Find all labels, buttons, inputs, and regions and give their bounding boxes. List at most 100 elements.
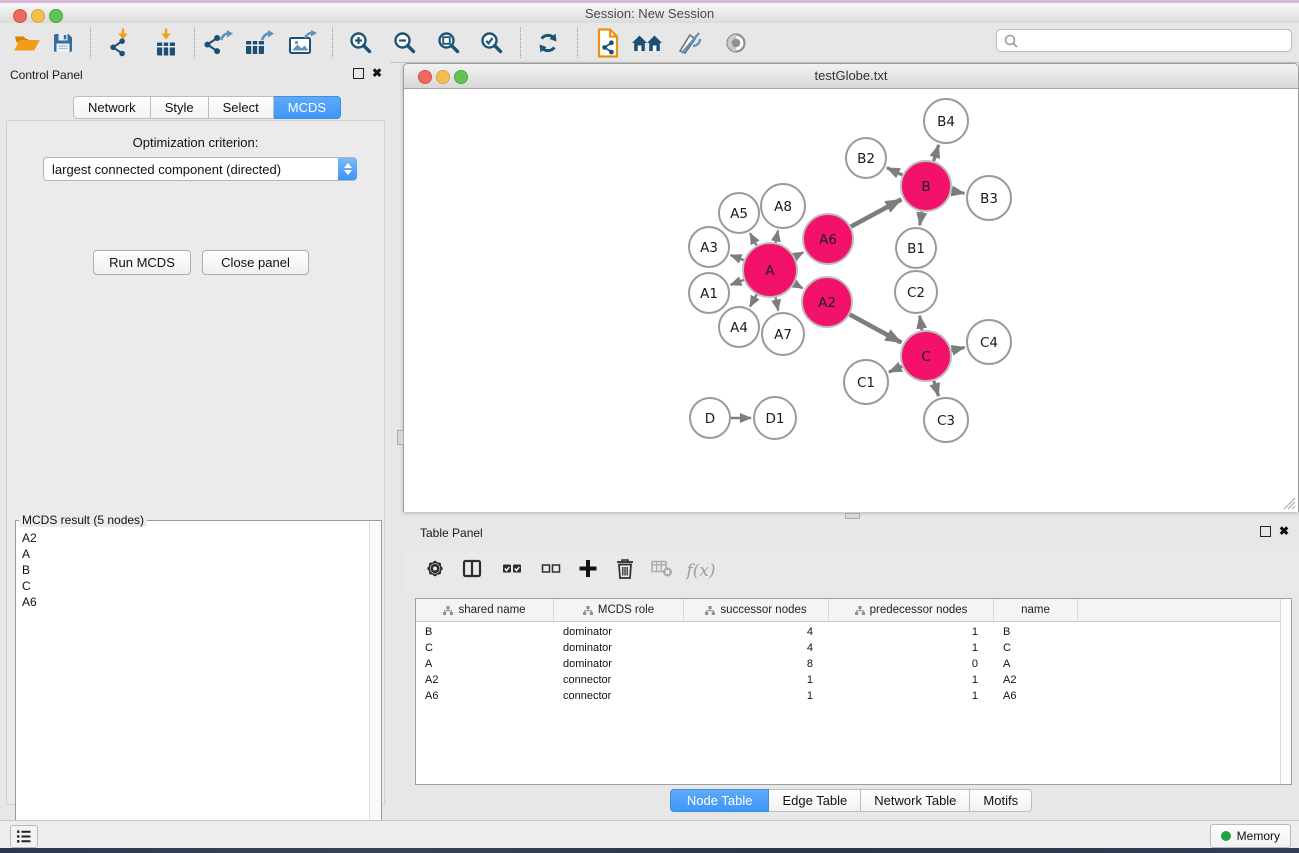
- delete-table-button[interactable]: [651, 560, 673, 583]
- mcds-result-item[interactable]: B: [22, 562, 370, 578]
- graph-node-A[interactable]: A: [743, 243, 797, 297]
- graph-node-A1[interactable]: A1: [689, 273, 729, 313]
- graph-edge-C-C1[interactable]: [889, 366, 902, 372]
- delete-column-button[interactable]: [616, 558, 634, 585]
- export-network-button[interactable]: [203, 30, 233, 56]
- mcds-result-item[interactable]: A2: [22, 530, 370, 546]
- mcds-list-scrollbar[interactable]: [369, 522, 380, 853]
- close-panel-icon[interactable]: ✖: [1279, 525, 1289, 537]
- table-settings-button[interactable]: [425, 559, 445, 584]
- split-pane-divider-handle[interactable]: [845, 513, 860, 519]
- graph-node-B[interactable]: B: [901, 161, 951, 211]
- select-all-button[interactable]: [503, 561, 522, 582]
- network-window-titlebar[interactable]: testGlobe.txt: [404, 64, 1298, 89]
- cybrowser-home-button[interactable]: [631, 32, 663, 54]
- table-cell[interactable]: 1: [829, 626, 994, 638]
- table-cell[interactable]: 8: [684, 658, 829, 670]
- zoom-fit-button[interactable]: [436, 30, 462, 56]
- tab-edge-table[interactable]: Edge Table: [769, 789, 861, 812]
- table-cell[interactable]: 1: [684, 674, 829, 686]
- table-cell[interactable]: 0: [829, 658, 994, 670]
- graph-node-C2[interactable]: C2: [895, 271, 937, 313]
- hide-annotations-button[interactable]: [676, 31, 704, 55]
- table-cell[interactable]: 4: [684, 642, 829, 654]
- graph-edge-A-A7[interactable]: [776, 297, 779, 310]
- graph-node-A5[interactable]: A5: [719, 193, 759, 233]
- table-cell[interactable]: C: [994, 642, 1078, 654]
- table-cell[interactable]: 1: [829, 674, 994, 686]
- table-cell[interactable]: connector: [554, 690, 684, 702]
- graph-edge-A-A2[interactable]: [794, 284, 802, 289]
- tab-style[interactable]: Style: [151, 96, 209, 119]
- graph-edge-A6-B[interactable]: [851, 199, 902, 226]
- table-row[interactable]: A2connector11A2: [416, 672, 1291, 688]
- graph-node-C[interactable]: C: [901, 331, 951, 381]
- column-header-shared-name[interactable]: shared name: [416, 599, 554, 621]
- table-row[interactable]: Bdominator41B: [416, 624, 1291, 640]
- tab-select[interactable]: Select: [209, 96, 274, 119]
- network-canvas[interactable]: AA1A2A3A4A5A6A7A8BB1B2B3B4CC1C2C3C4DD1: [404, 89, 1298, 512]
- table-row[interactable]: Adominator80A: [416, 656, 1291, 672]
- export-table-button[interactable]: [245, 30, 275, 56]
- tab-mcds[interactable]: MCDS: [274, 96, 341, 119]
- graph-node-A3[interactable]: A3: [689, 227, 729, 267]
- graph-node-A7[interactable]: A7: [762, 313, 804, 355]
- memory-status-button[interactable]: Memory: [1210, 824, 1291, 848]
- tab-network-table[interactable]: Network Table: [861, 789, 970, 812]
- graph-node-A2[interactable]: A2: [802, 277, 852, 327]
- table-cell[interactable]: A: [416, 658, 554, 670]
- table-cell[interactable]: dominator: [554, 626, 684, 638]
- search-input[interactable]: [1024, 34, 1291, 48]
- graph-edge-A-A4[interactable]: [750, 295, 757, 307]
- task-history-button[interactable]: [10, 825, 38, 848]
- graph-edge-A-A3[interactable]: [731, 255, 744, 260]
- graph-edge-A-A5[interactable]: [750, 233, 757, 245]
- zoom-in-button[interactable]: [348, 30, 374, 56]
- zoom-selected-button[interactable]: [479, 30, 505, 56]
- graph-edge-A-A6[interactable]: [795, 252, 804, 257]
- graph-node-B4[interactable]: B4: [924, 99, 968, 143]
- column-header-mcds-role[interactable]: MCDS role: [554, 599, 684, 621]
- show-column-button[interactable]: [463, 560, 482, 583]
- graph-edge-B-B2[interactable]: [887, 168, 903, 175]
- function-builder-button[interactable]: f(x): [686, 561, 715, 581]
- mcds-result-item[interactable]: A6: [22, 594, 370, 610]
- refresh-button[interactable]: [536, 31, 560, 55]
- table-cell[interactable]: 1: [829, 642, 994, 654]
- show-hide-graphics-button[interactable]: [724, 31, 748, 55]
- table-cell[interactable]: B: [416, 626, 554, 638]
- table-cell[interactable]: 4: [684, 626, 829, 638]
- graph-node-A6[interactable]: A6: [803, 214, 853, 264]
- graph-edge-A-A8[interactable]: [776, 231, 778, 243]
- table-cell[interactable]: A2: [416, 674, 554, 686]
- tab-network[interactable]: Network: [73, 96, 151, 119]
- float-panel-icon[interactable]: [353, 68, 364, 79]
- table-row[interactable]: A6connector11A6: [416, 688, 1291, 704]
- graph-node-B3[interactable]: B3: [967, 176, 1011, 220]
- table-cell[interactable]: connector: [554, 674, 684, 686]
- table-cell[interactable]: 1: [829, 690, 994, 702]
- column-header-name[interactable]: name: [994, 599, 1078, 621]
- table-row[interactable]: Cdominator41C: [416, 640, 1291, 656]
- graph-edge-B-B3[interactable]: [952, 191, 965, 193]
- column-header-successor-nodes[interactable]: successor nodes: [684, 599, 829, 621]
- close-panel-icon[interactable]: ✖: [372, 67, 382, 79]
- graph-node-C3[interactable]: C3: [924, 398, 968, 442]
- table-cell[interactable]: A2: [994, 674, 1078, 686]
- table-cell[interactable]: C: [416, 642, 554, 654]
- graph-edge-A2-C[interactable]: [850, 315, 902, 343]
- zoom-out-button[interactable]: [392, 30, 418, 56]
- graph-node-D1[interactable]: D1: [754, 397, 796, 439]
- table-cell[interactable]: A: [994, 658, 1078, 670]
- save-session-button[interactable]: [51, 31, 75, 55]
- deselect-all-button[interactable]: [542, 561, 561, 582]
- graph-edge-C-C4[interactable]: [951, 347, 964, 350]
- graph-edge-C-C3[interactable]: [934, 381, 939, 396]
- new-network-from-selection-button[interactable]: [596, 28, 620, 58]
- tab-node-table[interactable]: Node Table: [670, 789, 770, 812]
- graph-edge-A-A1[interactable]: [731, 280, 744, 285]
- split-pane-divider-handle[interactable]: [397, 430, 404, 445]
- graph-node-C1[interactable]: C1: [844, 360, 888, 404]
- graph-node-B2[interactable]: B2: [846, 138, 886, 178]
- export-image-button[interactable]: [288, 30, 318, 56]
